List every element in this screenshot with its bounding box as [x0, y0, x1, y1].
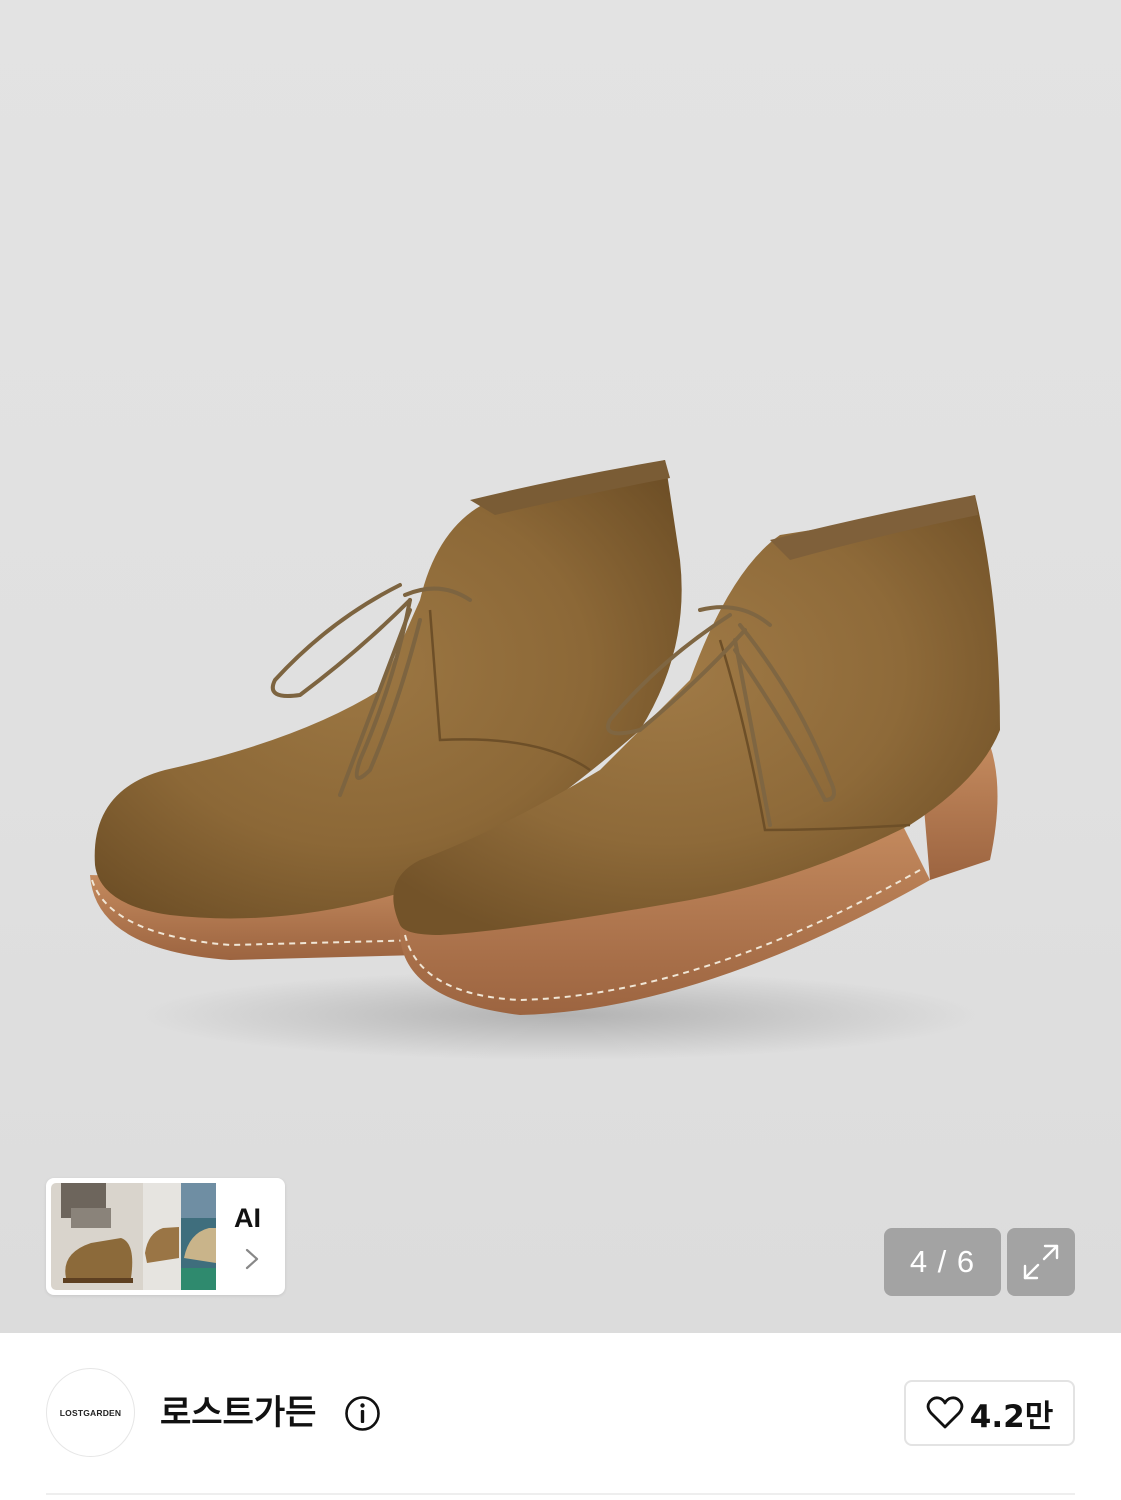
brand-row: LOSTGARDEN 로스트가든 4.2만 — [0, 1333, 1121, 1500]
expand-arrows-icon — [1023, 1244, 1059, 1280]
ai-styling-widget[interactable]: AI — [46, 1178, 285, 1295]
product-photo-boots — [90, 460, 1000, 1060]
thumbnail-outfit[interactable] — [181, 1183, 216, 1290]
chevron-right-icon — [245, 1248, 259, 1270]
heart-outline-icon — [926, 1396, 964, 1429]
brand-logo[interactable]: LOSTGARDEN — [46, 1368, 135, 1457]
like-count: 4.2만 — [969, 1398, 1054, 1435]
thumbnail-styled-boot[interactable] — [51, 1183, 143, 1290]
expand-image-button[interactable] — [1007, 1228, 1075, 1296]
divider — [46, 1493, 1075, 1495]
ai-label: AI — [234, 1203, 261, 1233]
brand-name[interactable]: 로스트가든 — [160, 1391, 316, 1435]
info-icon[interactable] — [344, 1395, 381, 1432]
brand-logo-text: LOSTGARDEN — [59, 1407, 122, 1418]
product-image[interactable]: AI 4 / 6 — [0, 0, 1121, 1333]
like-button[interactable]: 4.2만 — [904, 1380, 1075, 1446]
pager-text: 4 / 6 — [909, 1244, 976, 1279]
thumbnail-boot-pair[interactable] — [143, 1183, 181, 1290]
image-pager: 4 / 6 — [884, 1228, 1001, 1296]
